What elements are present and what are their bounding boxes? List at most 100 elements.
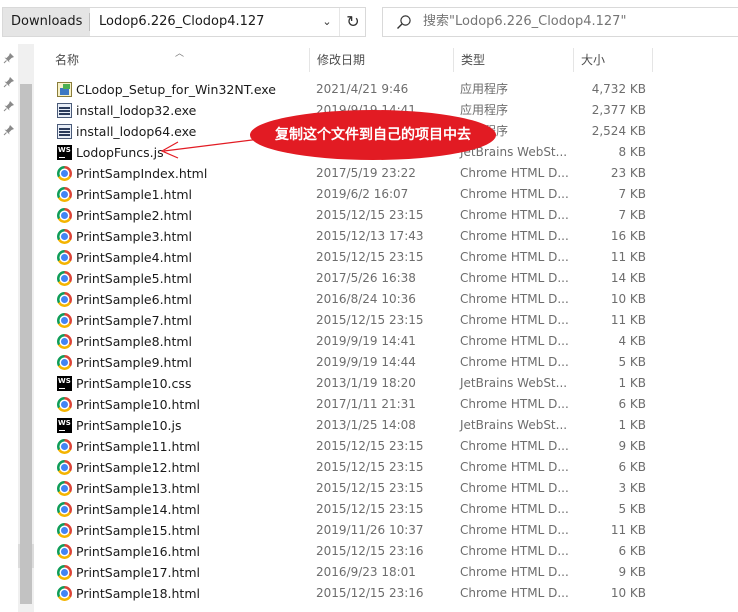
file-date: 2019/11/26 10:37 [316, 523, 424, 537]
annotation-text: 复制这个文件到自己的项目中去 [275, 127, 471, 143]
file-type: Chrome HTML D... [460, 397, 569, 411]
file-row[interactable]: PrintSample9.html 2019/9/19 14:44 Chrome H… [48, 352, 658, 373]
file-date: 2016/9/23 18:01 [316, 565, 416, 579]
chrome-icon [57, 460, 72, 475]
file-row[interactable]: PrintSample6.html 2016/8/24 10:36 Chrome H… [48, 289, 658, 310]
address-dropdown-icon[interactable]: ⌄ [316, 8, 338, 36]
file-size: 11 KB [610, 313, 646, 327]
chrome-icon [57, 544, 72, 559]
file-row[interactable]: PrintSample15.html 2019/11/26 10:37 Chrome… [48, 520, 658, 541]
chrome-icon [57, 397, 72, 412]
chrome-icon [57, 166, 72, 181]
column-header-date-label: 修改日期 [317, 53, 366, 67]
file-name: CLodop_Setup_for_Win32NT.exe [76, 82, 276, 97]
search-box[interactable] [382, 7, 738, 37]
pin-icon[interactable] [3, 124, 15, 136]
column-header-size[interactable]: 大小 [573, 48, 653, 72]
file-name: PrintSampIndex.html [76, 166, 208, 181]
file-type: Chrome HTML D... [460, 355, 569, 369]
file-row[interactable]: PrintSample1.html 2019/6/2 16:07 Chrome HT… [48, 184, 658, 205]
file-size: 4,732 KB [591, 82, 646, 96]
file-size: 1 KB [618, 418, 646, 432]
chrome-icon [57, 208, 72, 223]
webstorm-icon: WS [57, 418, 72, 433]
file-date: 2015/12/15 23:16 [316, 586, 424, 600]
file-row[interactable]: PrintSample2.html 2015/12/15 23:15 Chrome … [48, 205, 658, 226]
file-size: 14 KB [610, 271, 646, 285]
column-headers: ︿ 名称 修改日期 类型 大小 [48, 48, 738, 73]
file-row[interactable]: PrintSample16.html 2015/12/15 23:16 Chrome… [48, 541, 658, 562]
chrome-icon [57, 355, 72, 370]
refresh-icon[interactable]: ↻ [339, 8, 366, 36]
file-row[interactable]: PrintSample5.html 2017/5/26 16:38 Chrome H… [48, 268, 658, 289]
file-type: Chrome HTML D... [460, 544, 569, 558]
file-row[interactable]: PrintSample12.html 2015/12/15 23:15 Chrome… [48, 457, 658, 478]
webstorm-icon: WS [57, 145, 72, 160]
file-size: 11 KB [610, 523, 646, 537]
file-type: Chrome HTML D... [460, 334, 569, 348]
file-row[interactable]: PrintSample17.html 2016/9/23 18:01 Chrome … [48, 562, 658, 583]
file-name: PrintSample6.html [76, 292, 193, 307]
chrome-icon [57, 586, 72, 601]
file-name: PrintSample17.html [76, 565, 200, 580]
address-bar[interactable]: Downloads Lodop6.226_Clodop4.127 ⌄ ↻ [2, 7, 366, 37]
breadcrumb-current-folder[interactable]: Lodop6.226_Clodop4.127 [99, 8, 264, 36]
file-size: 6 KB [618, 397, 646, 411]
navigation-scrollbar[interactable] [18, 44, 34, 612]
file-size: 7 KB [618, 187, 646, 201]
file-date: 2017/5/26 16:38 [316, 271, 416, 285]
file-name: PrintSample5.html [76, 271, 193, 286]
installer-icon [57, 124, 72, 139]
file-type: Chrome HTML D... [460, 166, 569, 180]
file-row[interactable]: PrintSample8.html 2019/9/19 14:41 Chrome H… [48, 331, 658, 352]
file-row[interactable]: WS PrintSample10.css 2013/1/19 18:20 JetBra… [48, 373, 658, 394]
file-name: PrintSample18.html [76, 586, 200, 601]
file-size: 9 KB [618, 565, 646, 579]
file-date: 2015/12/15 23:15 [316, 439, 424, 453]
file-date: 2021/4/21 9:46 [316, 82, 409, 96]
file-type: Chrome HTML D... [460, 292, 569, 306]
chrome-icon [57, 250, 72, 265]
column-header-name[interactable]: ︿ 名称 [48, 48, 308, 72]
file-date: 2015/12/15 23:16 [316, 544, 424, 558]
file-row[interactable]: WS PrintSample10.js 2013/1/25 14:08 JetBrai… [48, 415, 658, 436]
search-input[interactable] [423, 8, 723, 36]
installer-icon [57, 103, 72, 118]
file-name: PrintSample8.html [76, 334, 193, 349]
breadcrumb-downloads[interactable]: Downloads [3, 8, 91, 36]
pin-icon[interactable] [3, 100, 15, 112]
file-date: 2015/12/15 23:15 [316, 208, 424, 222]
chrome-icon [57, 334, 72, 349]
file-type: 应用程序 [460, 82, 509, 96]
file-row[interactable]: CLodop_Setup_for_Win32NT.exe 2021/4/21 9:… [48, 79, 658, 100]
file-row[interactable]: PrintSample4.html 2015/12/15 23:15 Chrome … [48, 247, 658, 268]
file-size: 6 KB [618, 460, 646, 474]
pin-icon[interactable] [3, 76, 15, 88]
file-row[interactable]: PrintSample7.html 2015/12/15 23:15 Chrome … [48, 310, 658, 331]
column-header-type[interactable]: 类型 [453, 48, 573, 72]
file-size: 11 KB [610, 250, 646, 264]
chrome-icon [57, 523, 72, 538]
file-name: PrintSample15.html [76, 523, 200, 538]
file-date: 2015/12/15 23:15 [316, 502, 424, 516]
file-date: 2017/1/11 21:31 [316, 397, 416, 411]
file-type: Chrome HTML D... [460, 565, 569, 579]
column-header-date[interactable]: 修改日期 [309, 48, 453, 72]
address-row: Downloads Lodop6.226_Clodop4.127 ⌄ ↻ [0, 0, 738, 44]
file-date: 2016/8/24 10:36 [316, 292, 416, 306]
pin-icon[interactable] [3, 52, 15, 64]
file-size: 9 KB [618, 439, 646, 453]
file-type: Chrome HTML D... [460, 502, 569, 516]
file-size: 10 KB [610, 586, 646, 600]
file-row[interactable]: PrintSample13.html 2015/12/15 23:15 Chrome… [48, 478, 658, 499]
file-row[interactable]: PrintSample3.html 2015/12/13 17:43 Chrome … [48, 226, 658, 247]
file-row[interactable]: PrintSample14.html 2015/12/15 23:15 Chrome… [48, 499, 658, 520]
scrollbar-thumb[interactable] [20, 84, 32, 604]
webstorm-icon: WS [57, 376, 72, 391]
chrome-icon [57, 229, 72, 244]
file-row[interactable]: PrintSampIndex.html 2017/5/19 23:22 Chrome… [48, 163, 658, 184]
file-row[interactable]: PrintSample10.html 2017/1/11 21:31 Chrome … [48, 394, 658, 415]
file-row[interactable]: PrintSample11.html 2015/12/15 23:15 Chrome… [48, 436, 658, 457]
file-row[interactable]: PrintSample18.html 2015/12/15 23:16 Chrome… [48, 583, 658, 604]
file-type: Chrome HTML D... [460, 481, 569, 495]
